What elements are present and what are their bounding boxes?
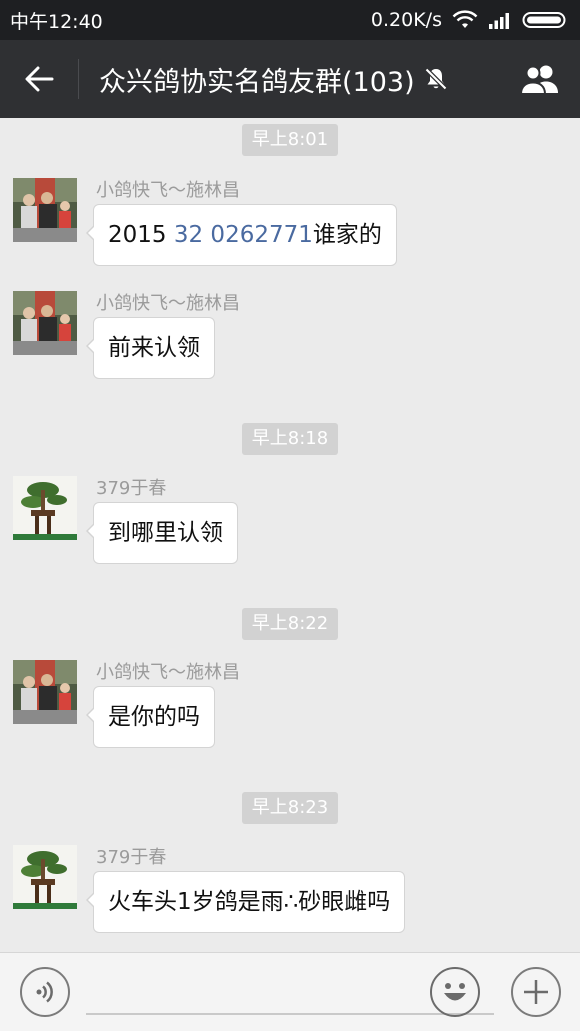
message-list[interactable]: 早上8:01 小鸽快飞～施林昌 2015 32 0262771谁家的 小鸽快飞～… [0, 118, 580, 952]
message-bubble[interactable]: 是你的吗 [86, 686, 215, 748]
status-bar: 中午12:40 0.20K/s [0, 0, 580, 40]
phone-number-link[interactable]: 32 0262771 [174, 222, 313, 248]
timestamp: 早上8:18 [241, 423, 339, 455]
avatar-photo-family [13, 291, 77, 355]
avatar[interactable] [13, 178, 77, 242]
timestamp-row: 早上8:22 [0, 608, 580, 640]
group-members-icon [519, 65, 558, 95]
back-button[interactable] [0, 40, 78, 118]
message-bubble[interactable]: 2015 32 0262771谁家的 [86, 204, 397, 266]
message-text: 到哪里认领 [108, 520, 223, 546]
voice-button[interactable] [20, 967, 70, 1017]
plus-icon [524, 980, 548, 1004]
back-arrow-icon [25, 66, 54, 92]
avatar-photo-family [13, 660, 77, 724]
avatar[interactable] [13, 660, 77, 724]
emoji-button[interactable] [430, 967, 480, 1017]
group-name: 众兴鸽协实名鸽友群(103) [99, 66, 415, 98]
network-speed: 0.20K/s [370, 9, 442, 31]
sender-name: 小鸽快飞～施林昌 [96, 180, 240, 201]
voice-icon [36, 981, 53, 1003]
group-members-button[interactable] [500, 40, 580, 118]
message-bubble[interactable]: 火车头1岁鸽是雨∴砂眼雌吗 [85, 871, 406, 933]
message-text: 谁家的 [312, 222, 382, 248]
sender-name: 小鸽快飞～施林昌 [96, 293, 240, 314]
chat-header: 众兴鸽协实名鸽友群(103) [0, 40, 580, 118]
sender-name: 379于春 [96, 478, 167, 499]
sender-name: 小鸽快飞～施林昌 [96, 662, 240, 683]
emoji-icon [444, 983, 466, 1001]
avatar-photo-bonsai [13, 476, 77, 540]
timestamp: 早上8:22 [241, 608, 339, 640]
message-bubble[interactable]: 到哪里认领 [86, 502, 238, 564]
timestamp-row: 早上8:23 [0, 792, 580, 824]
wifi-icon [452, 10, 478, 28]
avatar[interactable] [13, 845, 77, 909]
signal-icon [489, 13, 509, 29]
message-text: 是你的吗 [108, 704, 200, 730]
mute-bell-icon [424, 67, 447, 91]
status-time: 中午12:40 [10, 10, 103, 33]
timestamp: 早上8:23 [241, 792, 339, 824]
more-actions-button[interactable] [511, 967, 561, 1017]
message-bubble[interactable]: 前来认领 [86, 317, 215, 379]
avatar[interactable] [13, 476, 77, 540]
input-bar [0, 952, 580, 1031]
timestamp-row: 早上8:01 [0, 124, 580, 156]
timestamp: 早上8:01 [241, 124, 339, 156]
timestamp-row: 早上8:18 [0, 423, 580, 455]
avatar[interactable] [13, 291, 77, 355]
avatar-photo-family [13, 178, 77, 242]
avatar-photo-bonsai [13, 845, 77, 909]
message-text: 前来认领 [108, 335, 200, 361]
message-text: 2015 [108, 222, 174, 248]
battery-icon [522, 12, 566, 28]
message-text: 火车头1岁鸽是雨∴砂眼雌吗 [108, 889, 391, 915]
status-indicators: 0.20K/s [371, 9, 568, 31]
sender-name: 379于春 [96, 847, 167, 868]
chat-title: 众兴鸽协实名鸽友群(103) [79, 60, 500, 99]
